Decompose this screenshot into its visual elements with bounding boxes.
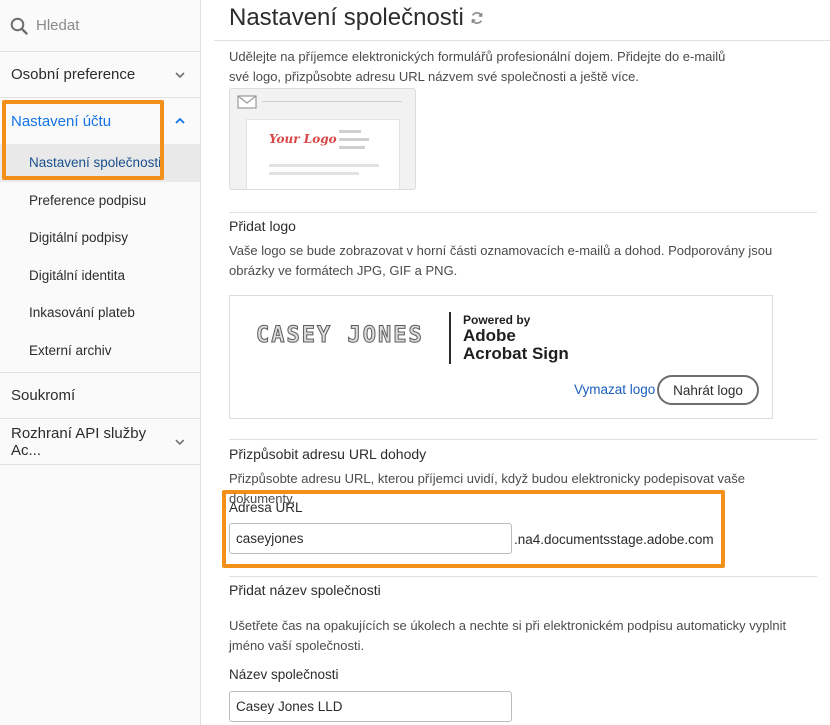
- preview-line: [339, 138, 369, 141]
- sidebar: Hledat Osobní preference Nastavení účtu …: [0, 0, 201, 725]
- sidebar-item-privacy[interactable]: Soukromí: [0, 373, 200, 419]
- customize-url-heading: Přizpůsobit adresu URL dohody: [229, 446, 427, 462]
- page-title: Nastavení společnosti: [229, 4, 484, 32]
- company-name-input[interactable]: [229, 691, 512, 722]
- preview-line: [339, 130, 361, 133]
- chevron-down-icon: [175, 439, 185, 445]
- clear-logo-link[interactable]: Vymazat logo: [574, 382, 655, 397]
- add-logo-heading: Přidat logo: [229, 218, 296, 234]
- url-suffix: .na4.documentsstage.adobe.com: [514, 532, 714, 547]
- url-input[interactable]: [229, 523, 512, 554]
- preview-line: [269, 172, 359, 175]
- sidebar-item-label: Rozhraní API služby Ac...: [11, 424, 147, 459]
- adobe-text: Adobe: [463, 326, 516, 345]
- customize-url-description: Přizpůsobte adresu URL, kterou příjemci …: [229, 471, 745, 506]
- logo-preview-box: CASEY JONES Powered by Adobe Acrobat Sig…: [229, 295, 773, 419]
- powered-by-text: Powered by: [463, 313, 531, 327]
- url-field-label: Adresa URL: [229, 500, 303, 515]
- intro-text: Udělejte na příjemce elektronických form…: [229, 49, 726, 84]
- chevron-down-icon: [175, 71, 185, 78]
- logo-separator: [449, 312, 451, 364]
- sidebar-item-company-settings[interactable]: Nastavení společnosti: [0, 144, 200, 182]
- sidebar-item-account-settings[interactable]: Nastavení účtu: [0, 98, 200, 144]
- sidebar-item-api[interactable]: Rozhraní API služby Ac...: [0, 419, 200, 465]
- add-logo-description: Vaše logo se bude zobrazovat v horní čás…: [229, 243, 773, 278]
- search-placeholder: Hledat: [36, 17, 80, 34]
- adobe-brand-text: Adobe Acrobat Sign: [463, 327, 569, 363]
- divider: [229, 212, 817, 213]
- preview-line: [339, 146, 365, 149]
- sidebar-item-label: Soukromí: [11, 387, 76, 404]
- sidebar-item-digital-identity[interactable]: Digitální identita: [0, 257, 200, 295]
- upload-logo-button[interactable]: Nahrát logo: [657, 375, 759, 405]
- company-name-field-label: Název společnosti: [229, 667, 339, 682]
- account-settings-submenu: Nastavení společnosti Preference podpisu…: [0, 144, 200, 373]
- sidebar-item-payments[interactable]: Inkasování plateb: [0, 294, 200, 332]
- main-content: Nastavení společnosti Udělejte na příjem…: [201, 0, 830, 725]
- sidebar-item-personal-preferences[interactable]: Osobní preference: [0, 52, 200, 98]
- search-box[interactable]: Hledat: [0, 0, 200, 52]
- company-name-heading: Přidat název společnosti: [229, 582, 381, 598]
- envelope-icon: [237, 95, 257, 109]
- divider: [229, 439, 817, 440]
- search-icon: [10, 17, 28, 35]
- preview-logo-text: Your Logo: [269, 132, 337, 146]
- email-logo-preview: Your Logo: [229, 88, 416, 190]
- divider: [214, 40, 830, 41]
- chevron-up-icon: [175, 117, 185, 124]
- preview-line: [269, 164, 379, 167]
- sidebar-item-digital-signatures[interactable]: Digitální podpisy: [0, 219, 200, 257]
- sidebar-item-label: Osobní preference: [11, 66, 136, 83]
- company-logo-image: CASEY JONES: [256, 323, 424, 349]
- sidebar-item-external-archive[interactable]: Externí archiv: [0, 332, 200, 370]
- refresh-icon[interactable]: [470, 11, 484, 25]
- company-name-description: Ušetřete čas na opakujících se úkolech a…: [229, 618, 787, 653]
- divider: [229, 576, 817, 577]
- preview-line: [262, 101, 402, 102]
- sidebar-item-label: Nastavení účtu: [11, 112, 112, 130]
- sidebar-item-signature-preferences[interactable]: Preference podpisu: [0, 182, 200, 220]
- preview-card: Your Logo: [246, 119, 400, 189]
- acrobat-sign-text: Acrobat Sign: [463, 344, 569, 363]
- page-title-text: Nastavení společnosti: [229, 4, 464, 31]
